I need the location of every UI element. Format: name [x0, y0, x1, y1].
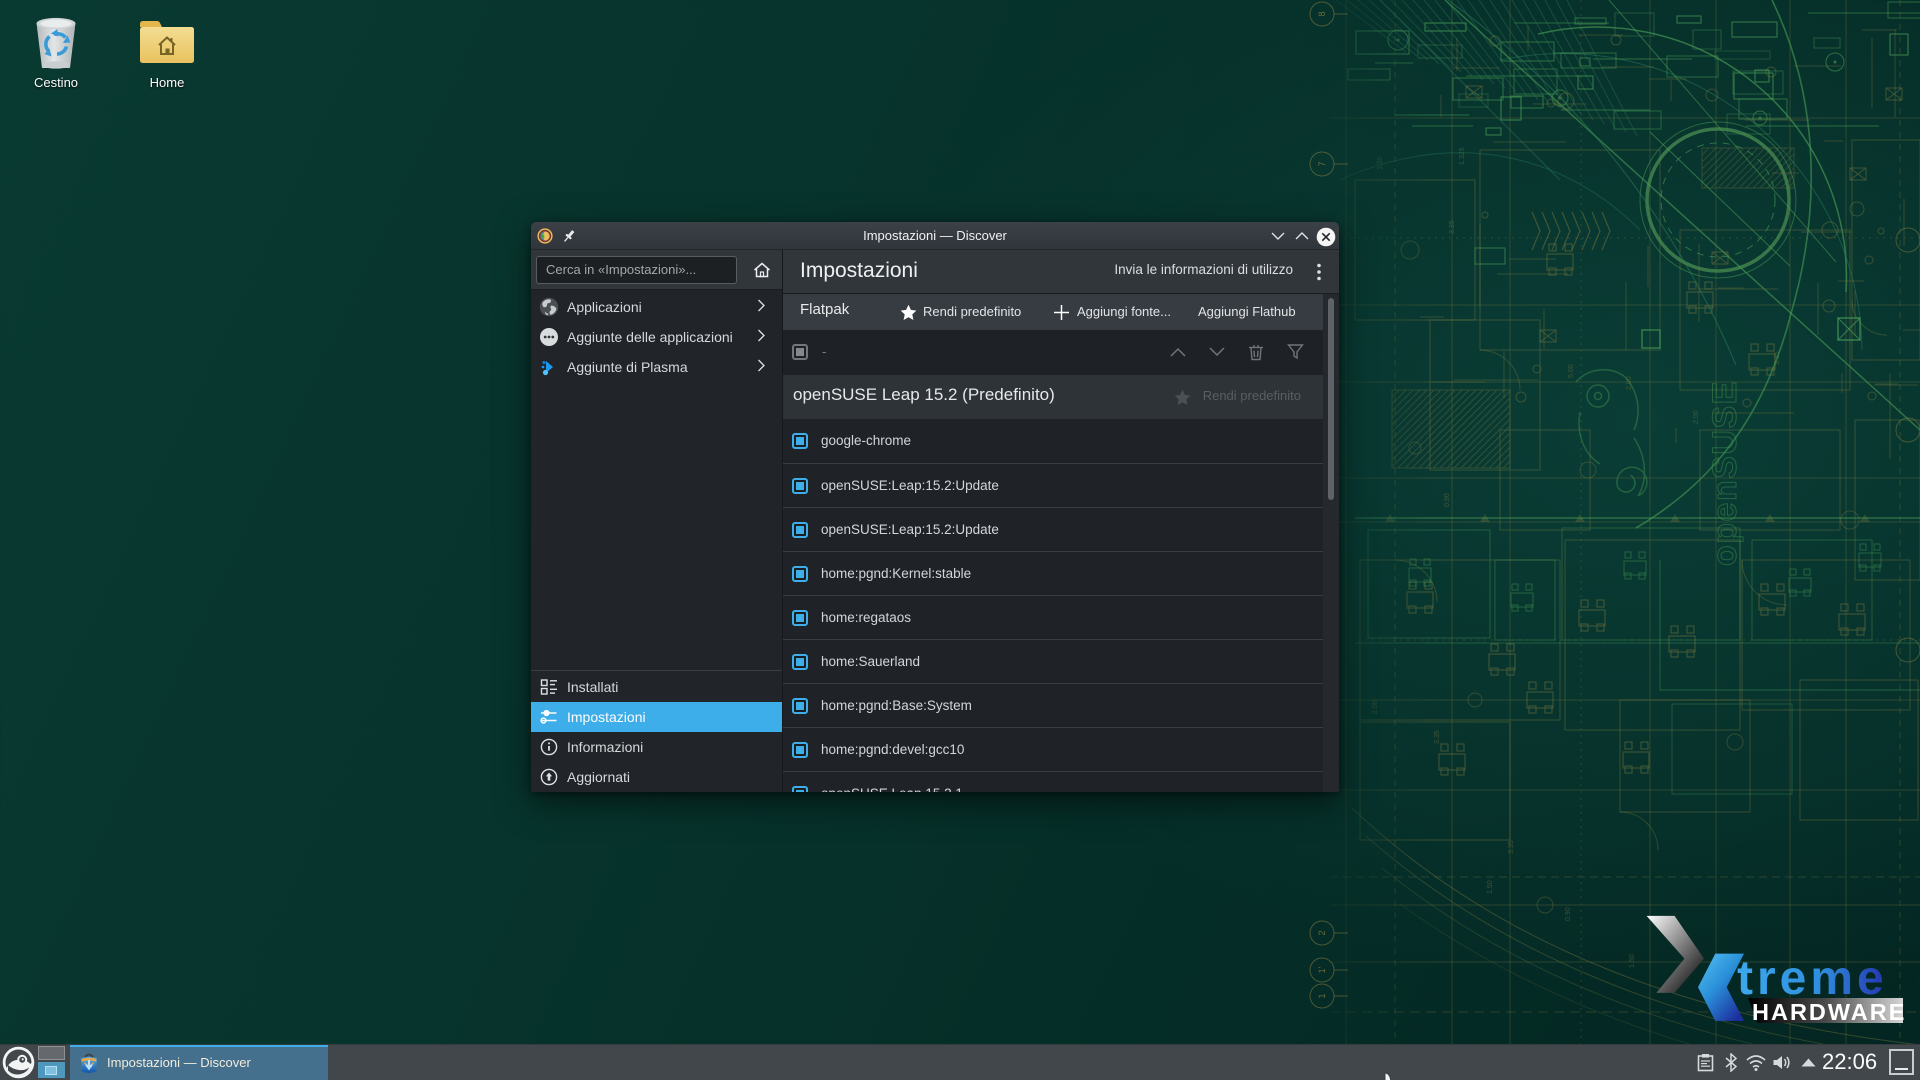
svg-text:HARDWARE: HARDWARE [1752, 999, 1906, 1025]
svg-text:3.35: 3.35 [1434, 730, 1441, 744]
svg-text:1.325: 1.325 [1459, 147, 1466, 165]
svg-text:2.00: 2.00 [1693, 410, 1700, 424]
svg-text:1: 1 [1317, 993, 1327, 998]
svg-text:3.35: 3.35 [1449, 220, 1456, 234]
svg-text:7: 7 [1317, 161, 1327, 166]
svg-text:0.90: 0.90 [1565, 907, 1572, 921]
svg-text:2: 2 [1317, 930, 1327, 935]
svg-text:1.50: 1.50 [1377, 156, 1384, 170]
svg-text:1': 1' [1317, 966, 1327, 973]
svg-text:1.50: 1.50 [1487, 880, 1494, 894]
svg-text:0.90: 0.90 [1444, 493, 1451, 507]
svg-text:8: 8 [1317, 11, 1327, 16]
svg-text:5.00: 5.00 [1568, 364, 1575, 378]
svg-text:3.35: 3.35 [1508, 840, 1515, 854]
svg-text:treme: treme [1737, 952, 1888, 1005]
svg-text:openSUSE: openSUSE [1706, 380, 1744, 566]
svg-text:2.00: 2.00 [1372, 700, 1379, 714]
